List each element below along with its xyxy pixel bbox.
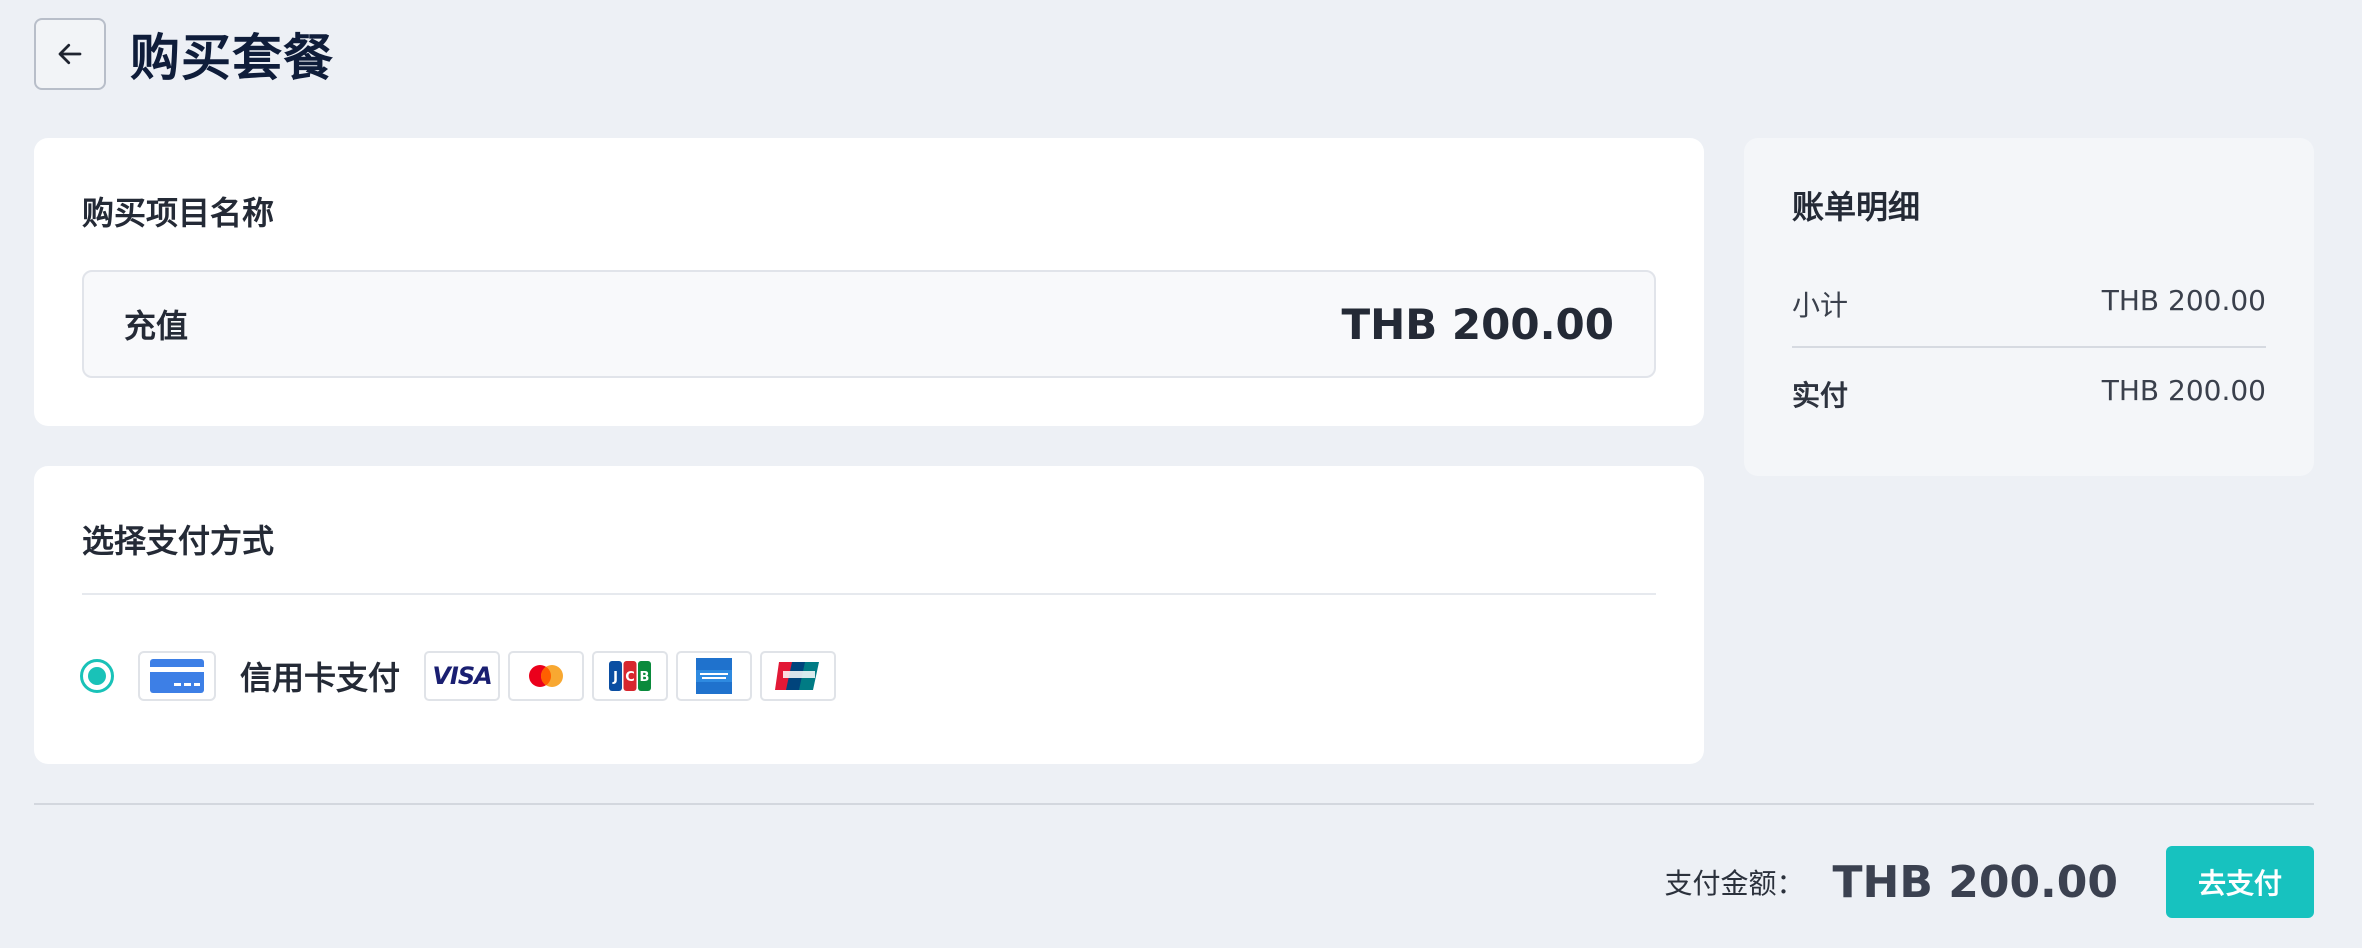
visa-icon: VISA	[424, 651, 501, 701]
svg-text:C: C	[625, 670, 635, 685]
subtotal-row: 小计 THB 200.00	[1792, 284, 2266, 324]
page-title: 购买套餐	[130, 29, 334, 87]
payment-radio[interactable]	[80, 659, 114, 693]
credit-card-icon	[138, 651, 216, 701]
mastercard-icon	[508, 651, 585, 701]
svg-text:B: B	[640, 670, 650, 685]
payment-method-card: 选择支付方式 信用卡支付 VISA J C B	[34, 466, 1704, 764]
divider	[1792, 346, 2266, 348]
back-button[interactable]	[34, 18, 106, 90]
paid-label: 实付	[1792, 379, 1849, 412]
purchase-item-price: THB 200.00	[1341, 299, 1614, 349]
purchase-item-row: 充值 THB 200.00	[82, 270, 1656, 378]
card-brand-list: VISA J C B	[424, 651, 837, 701]
radio-selected-dot	[88, 667, 106, 685]
footer-divider	[34, 803, 2314, 805]
payment-amount: THB 200.00	[1832, 856, 2118, 908]
paid-amount: THB 200.00	[2101, 374, 2266, 407]
purchase-item-card: 购买项目名称 充值 THB 200.00	[34, 138, 1704, 426]
svg-text:J: J	[612, 670, 618, 685]
checkout-footer: 支付金额： THB 200.00 去支付	[1664, 846, 2314, 918]
subtotal-label: 小计	[1792, 289, 1849, 322]
checkout-page: 购买套餐 购买项目名称 充值 THB 200.00 选择支付方式 信用卡支付 V…	[0, 0, 2362, 948]
jcb-icon: J C B	[592, 651, 669, 701]
purchase-item-name: 充值	[124, 307, 189, 345]
bill-detail-card: 账单明细 小计 THB 200.00 实付 THB 200.00	[1744, 138, 2314, 476]
arrow-left-icon	[58, 43, 82, 65]
subtotal-amount: THB 200.00	[2101, 284, 2266, 317]
payment-amount-label: 支付金额：	[1664, 867, 1805, 900]
payment-section-title: 选择支付方式	[82, 522, 275, 560]
pay-button[interactable]: 去支付	[2166, 846, 2314, 918]
payment-method-label: 信用卡支付	[240, 659, 401, 697]
bill-title: 账单明细	[1792, 188, 1921, 226]
purchase-item-section-title: 购买项目名称	[82, 194, 275, 232]
amex-icon	[676, 651, 753, 701]
page-header: 购买套餐	[34, 18, 334, 90]
paid-row: 实付 THB 200.00	[1792, 374, 2266, 414]
unionpay-icon	[760, 651, 837, 701]
divider	[82, 593, 1656, 595]
credit-card-payment-option[interactable]: 信用卡支付 VISA J C B	[80, 650, 837, 702]
